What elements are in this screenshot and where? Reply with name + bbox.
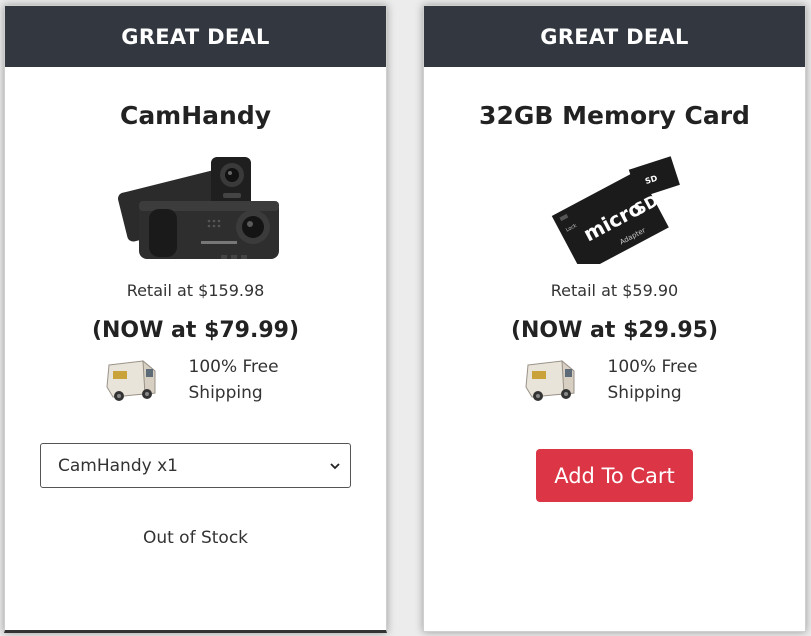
retail-price: Retail at $59.90 — [550, 281, 679, 300]
great-deal-banner: GREAT DEAL — [424, 6, 805, 67]
add-to-cart-button[interactable]: Add To Cart — [536, 449, 693, 502]
stock-status: Out of Stock — [142, 528, 249, 548]
quantity-select[interactable]: CamHandy x1 — [40, 443, 351, 488]
retail-price: Retail at $159.98 — [126, 281, 265, 300]
dashcam-image — [117, 157, 279, 259]
microsd-card-image: micro SD Adapter Lock SD — [551, 156, 680, 264]
product-title: CamHandy — [119, 101, 272, 130]
product-card-memory: GREAT DEAL 32GB Memory Card micro SD Ada… — [423, 5, 806, 632]
sale-price: (NOW at $79.99) — [91, 318, 300, 343]
shipping-line-1: 100% Free — [188, 357, 279, 377]
shipping-line-1: 100% Free — [607, 357, 698, 377]
delivery-truck-icon — [105, 359, 155, 401]
shipping-info: 100% Free Shipping — [424, 354, 805, 406]
select-value: CamHandy x1 — [58, 455, 178, 476]
chevron-down-icon — [330, 462, 340, 469]
product-title: 32GB Memory Card — [479, 101, 750, 130]
shipping-line-2: Shipping — [607, 383, 682, 403]
shipping-line-2: Shipping — [188, 383, 263, 403]
delivery-truck-icon — [524, 359, 574, 401]
shipping-info: 100% Free Shipping — [5, 354, 386, 406]
sale-price: (NOW at $29.95) — [510, 318, 719, 343]
product-card-camhandy: GREAT DEAL CamHandy Retail at $159.98 (N… — [4, 5, 387, 633]
great-deal-banner: GREAT DEAL — [5, 6, 386, 67]
